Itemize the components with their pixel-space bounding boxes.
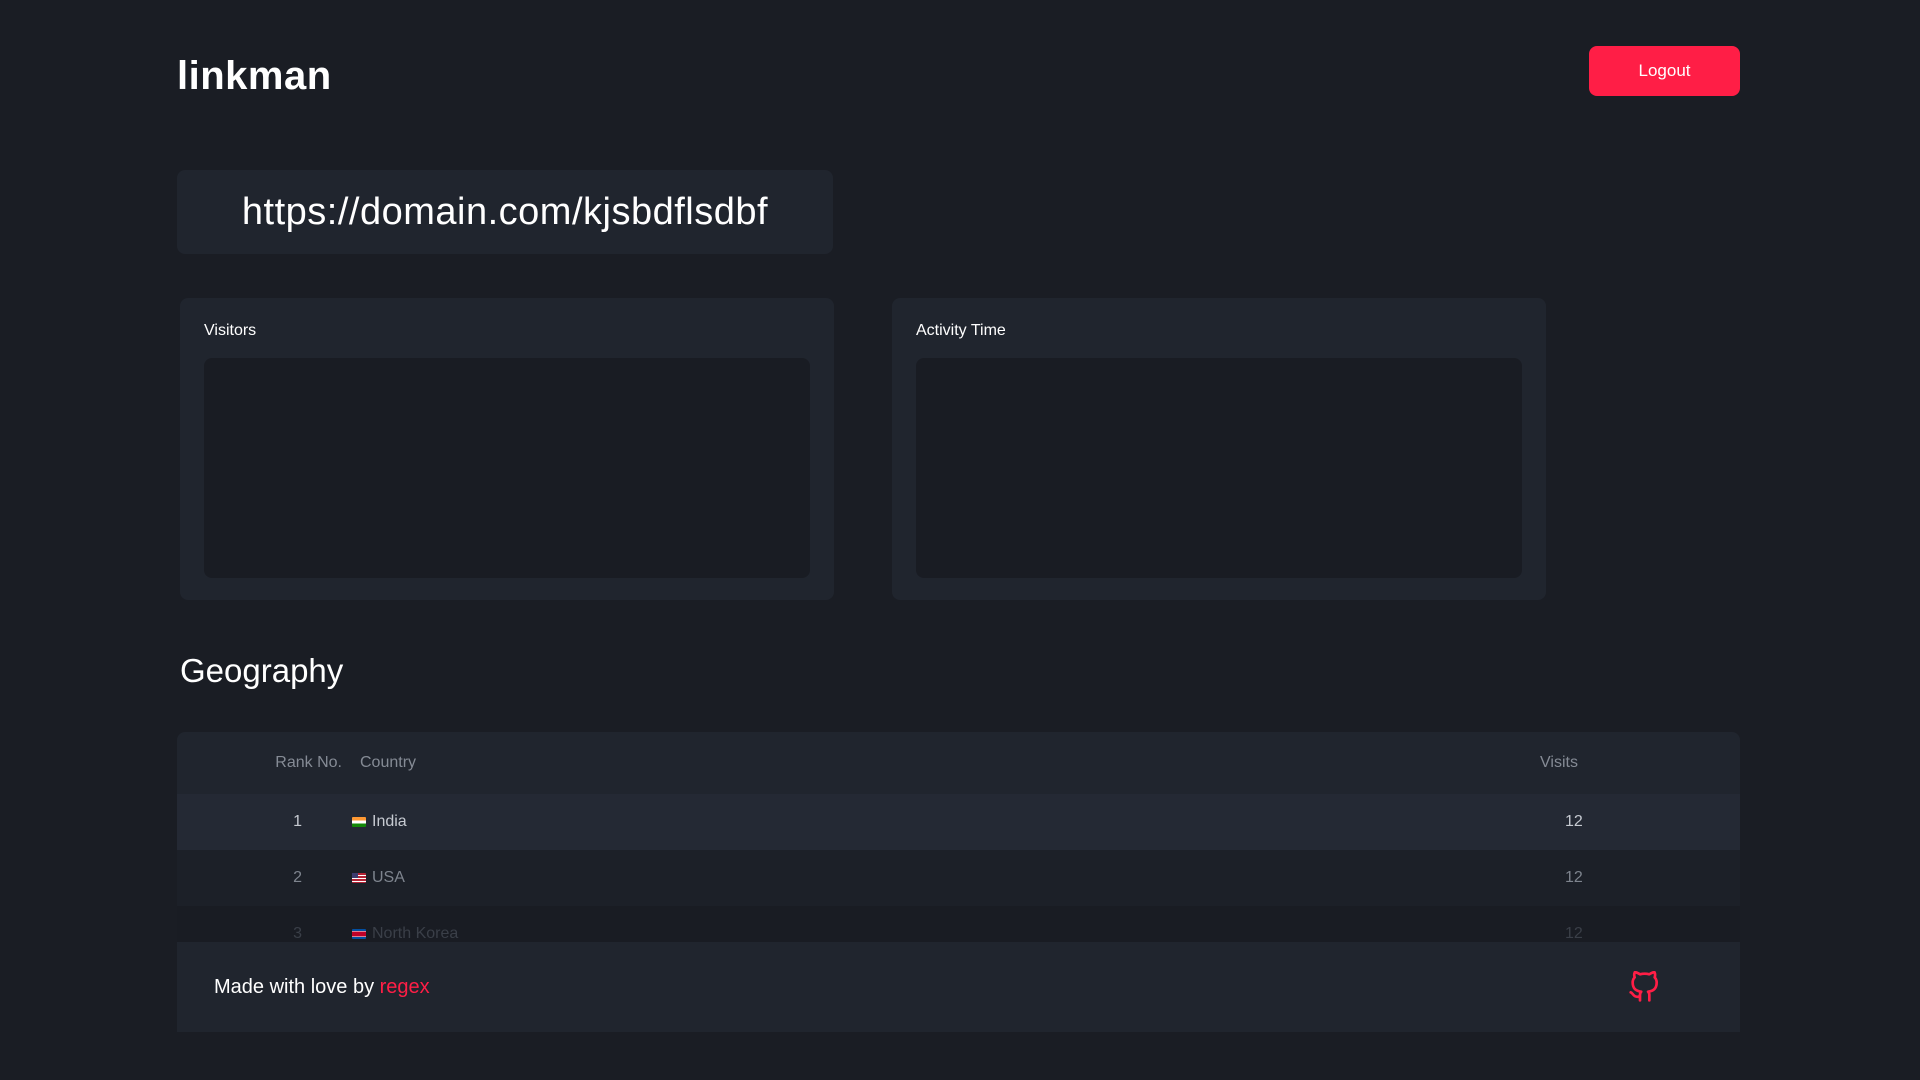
github-icon[interactable] <box>1628 971 1660 1003</box>
visitors-chart-area <box>204 358 810 578</box>
rank-cell: 3 <box>293 925 302 942</box>
country-cell: India <box>352 813 1565 831</box>
visits-cell: 12 <box>1565 813 1583 830</box>
usa-flag-icon <box>352 873 366 883</box>
activity-time-card-title: Activity Time <box>916 322 1006 339</box>
country-name: India <box>372 813 407 830</box>
visitors-card-title: Visitors <box>204 322 257 339</box>
table-row: 1 India 12 <box>177 794 1740 850</box>
rank-column-header: Rank No. <box>275 754 342 771</box>
dashboard-page: linkman Logout https://domain.com/kjsbdf… <box>0 0 1920 1080</box>
activity-time-card: Activity Time <box>892 298 1546 600</box>
visits-cell: 12 <box>1565 869 1583 886</box>
author-link[interactable]: regex <box>380 976 430 998</box>
geography-table-header: Rank No. Country Visits <box>177 732 1740 794</box>
country-name: USA <box>372 869 405 886</box>
visitors-card: Visitors <box>180 298 834 600</box>
rank-cell: 1 <box>293 813 302 830</box>
footer: Made with love by regex <box>177 942 1740 1032</box>
india-flag-icon <box>352 817 366 827</box>
brand-logo-text: linkman <box>177 54 332 98</box>
country-cell: North Korea <box>352 925 1565 942</box>
rank-cell: 2 <box>293 869 302 886</box>
geography-table[interactable]: Rank No. Country Visits 1 India 12 2 USA… <box>177 732 1740 942</box>
table-row: 3 North Korea 12 <box>177 906 1740 942</box>
country-column-header: Country <box>360 754 417 771</box>
visits-column-header: Visits <box>1540 754 1578 771</box>
country-cell: USA <box>352 869 1565 887</box>
footer-credit-text: Made with love by <box>214 975 375 998</box>
footer-credit: Made with love by regex <box>214 976 430 999</box>
country-name: North Korea <box>372 925 459 942</box>
short-url-display[interactable]: https://domain.com/kjsbdflsdbf <box>177 170 833 254</box>
logout-button[interactable]: Logout <box>1589 46 1740 96</box>
geography-title: Geography <box>180 652 344 689</box>
visits-cell: 12 <box>1565 925 1583 942</box>
north-korea-flag-icon <box>352 929 366 939</box>
table-row: 2 USA 12 <box>177 850 1740 906</box>
activity-time-chart-area <box>916 358 1522 578</box>
